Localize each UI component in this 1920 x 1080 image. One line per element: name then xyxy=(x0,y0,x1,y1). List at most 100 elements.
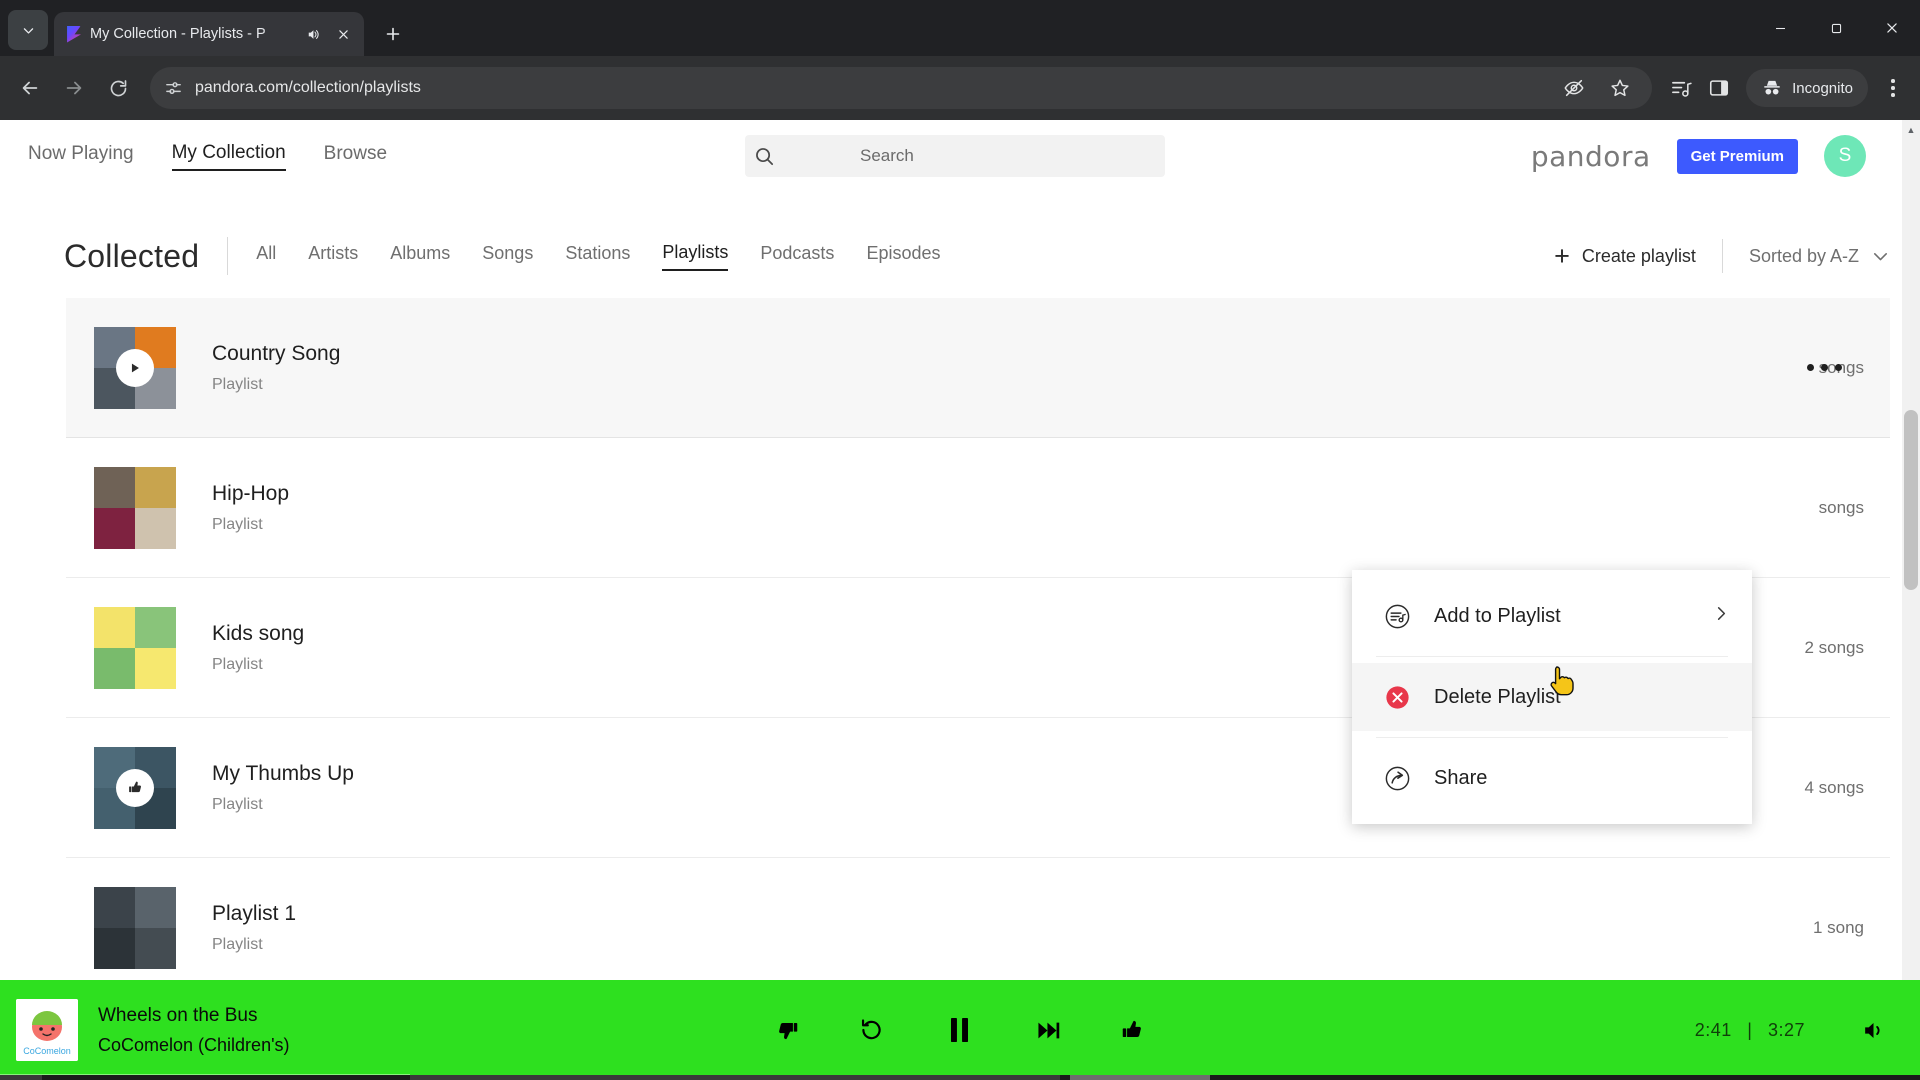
now-playing-artist: CoComelon (Children's) xyxy=(98,1034,290,1055)
nav-link-browse[interactable]: Browse xyxy=(324,143,387,170)
playlist-subtitle: Playlist xyxy=(212,795,263,813)
replay-button[interactable] xyxy=(859,1017,885,1043)
now-playing-track: Wheels on the Bus xyxy=(98,1004,258,1026)
search-bar[interactable] xyxy=(745,135,1165,177)
omnibox[interactable]: pandora.com/collection/playlists xyxy=(150,67,1653,109)
os-taskbar-strip xyxy=(0,1075,1920,1080)
playlist-song-count: 2 songs xyxy=(1804,637,1864,657)
create-playlist-label: Create playlist xyxy=(1581,245,1696,266)
volume-button[interactable] xyxy=(1861,1018,1886,1043)
thumbs-up-icon xyxy=(116,768,154,807)
thumbs-down-button[interactable] xyxy=(775,1017,801,1043)
sort-dropdown[interactable]: Sorted by A-Z xyxy=(1749,246,1890,267)
star-icon[interactable] xyxy=(1606,74,1634,102)
window-minimize-button[interactable] xyxy=(1752,0,1808,56)
browser-tab[interactable]: My Collection - Playlists - P xyxy=(54,12,364,56)
pandora-favicon-icon xyxy=(64,26,81,43)
reload-button[interactable] xyxy=(98,68,138,108)
tab-podcasts[interactable]: Podcasts xyxy=(760,243,834,270)
scrollbar-thumb[interactable] xyxy=(1904,410,1918,590)
back-button[interactable] xyxy=(10,68,50,108)
delete-circle-icon xyxy=(1382,682,1412,712)
sort-label: Sorted by A-Z xyxy=(1748,245,1859,266)
tab-search-button[interactable] xyxy=(8,10,48,50)
incognito-indicator[interactable]: Incognito xyxy=(1746,69,1868,107)
tab-audio-speaker-icon[interactable] xyxy=(301,23,323,45)
skip-next-button[interactable] xyxy=(1035,1017,1062,1044)
browser-menu-button[interactable] xyxy=(1876,69,1910,107)
table-row[interactable]: Country Song Playlist songs xyxy=(66,298,1890,438)
row-more-button[interactable] xyxy=(1807,364,1842,371)
menu-item-label: Delete Playlist xyxy=(1434,685,1561,708)
menu-item-label: Share xyxy=(1434,766,1488,789)
scroll-up-arrow-icon[interactable]: ▲ xyxy=(1905,124,1917,136)
window-close-button[interactable] xyxy=(1864,0,1920,56)
reload-icon xyxy=(110,79,126,96)
time-separator: | xyxy=(1747,1019,1753,1040)
menu-item-add-to-playlist[interactable]: Add to Playlist xyxy=(1352,582,1752,650)
nav-link-my-collection[interactable]: My Collection xyxy=(171,142,286,171)
nav-link-now-playing[interactable]: Now Playing xyxy=(28,143,134,170)
thumbs-up-button[interactable] xyxy=(1120,1017,1146,1043)
playlist-text: My Thumbs Up Playlist xyxy=(212,762,354,814)
incognito-hat-icon xyxy=(1761,77,1783,99)
playlist-text: Playlist 1 Playlist xyxy=(212,902,296,954)
tab-title: My Collection - Playlists - P xyxy=(90,26,266,42)
search-input[interactable] xyxy=(784,146,1165,166)
forward-button[interactable] xyxy=(54,68,94,108)
tab-all[interactable]: All xyxy=(256,243,276,270)
playlist-title: Playlist 1 xyxy=(212,901,297,925)
pause-button[interactable] xyxy=(943,1013,977,1047)
menu-item-share[interactable]: Share xyxy=(1352,744,1752,812)
tab-close-icon[interactable] xyxy=(332,23,354,45)
get-premium-button[interactable]: Get Premium xyxy=(1676,138,1798,174)
playlist-artwork xyxy=(94,326,176,409)
plus-icon: + xyxy=(1554,240,1570,271)
tab-artists[interactable]: Artists xyxy=(308,243,358,270)
playlist-title: Country Song xyxy=(212,341,341,365)
playlist-subtitle: Playlist xyxy=(212,655,263,673)
page-info-icon[interactable] xyxy=(164,79,183,98)
page-scrollbar[interactable]: ▲ ▼ xyxy=(1902,120,1920,1080)
share-icon xyxy=(1382,763,1412,793)
filter-tabs: All Artists Albums Songs Stations Playli… xyxy=(256,242,941,271)
collected-toolbar: Collected All Artists Albums Songs Stati… xyxy=(0,214,1920,298)
primary-nav: Now Playing My Collection Browse xyxy=(28,142,387,171)
player-time-display: 2:41 | 3:27 xyxy=(1695,1020,1805,1041)
three-dots-vertical-icon xyxy=(1891,79,1895,83)
now-playing-artwork: CoComelon xyxy=(16,999,78,1061)
player-right: 2:41 | 3:27 xyxy=(1695,1018,1886,1043)
tab-albums[interactable]: Albums xyxy=(390,243,450,270)
tab-songs[interactable]: Songs xyxy=(482,243,533,270)
playlist-subtitle: Playlist xyxy=(212,515,263,533)
playlist-artwork xyxy=(94,886,176,969)
avatar[interactable]: S xyxy=(1824,135,1866,177)
menu-item-label: Add to Playlist xyxy=(1434,604,1561,627)
create-playlist-button[interactable]: + Create playlist xyxy=(1554,240,1696,271)
tab-playlists[interactable]: Playlists xyxy=(662,242,729,271)
playlist-song-count: songs xyxy=(1818,497,1864,517)
chevron-down-icon xyxy=(23,27,33,34)
chevron-down-icon xyxy=(1871,247,1890,266)
incognito-label: Incognito xyxy=(1792,79,1853,97)
tab-episodes[interactable]: Episodes xyxy=(866,243,940,270)
table-row[interactable]: Playlist 1 Playlist 1 song xyxy=(66,858,1890,998)
media-list-icon[interactable] xyxy=(1664,71,1698,105)
pandora-header: Now Playing My Collection Browse pandora… xyxy=(0,120,1920,192)
window-maximize-button[interactable] xyxy=(1808,0,1864,56)
tab-stations[interactable]: Stations xyxy=(565,243,630,270)
new-tab-button[interactable] xyxy=(376,17,410,51)
window-controls xyxy=(1752,0,1920,56)
divider xyxy=(1721,239,1723,273)
pandora-logo: pandora xyxy=(1530,139,1651,173)
playlist-song-count: 4 songs xyxy=(1804,777,1864,797)
menu-item-delete-playlist[interactable]: Delete Playlist xyxy=(1352,663,1752,731)
menu-divider xyxy=(1376,656,1728,657)
play-icon[interactable] xyxy=(116,348,154,387)
player-controls xyxy=(775,1013,1146,1047)
table-row[interactable]: Hip-Hop Playlist songs xyxy=(66,438,1890,578)
omnibox-action-icons xyxy=(1560,74,1638,102)
side-panel-icon[interactable] xyxy=(1702,71,1736,105)
page-title: Collected xyxy=(64,237,200,274)
eye-off-icon[interactable] xyxy=(1560,74,1588,102)
